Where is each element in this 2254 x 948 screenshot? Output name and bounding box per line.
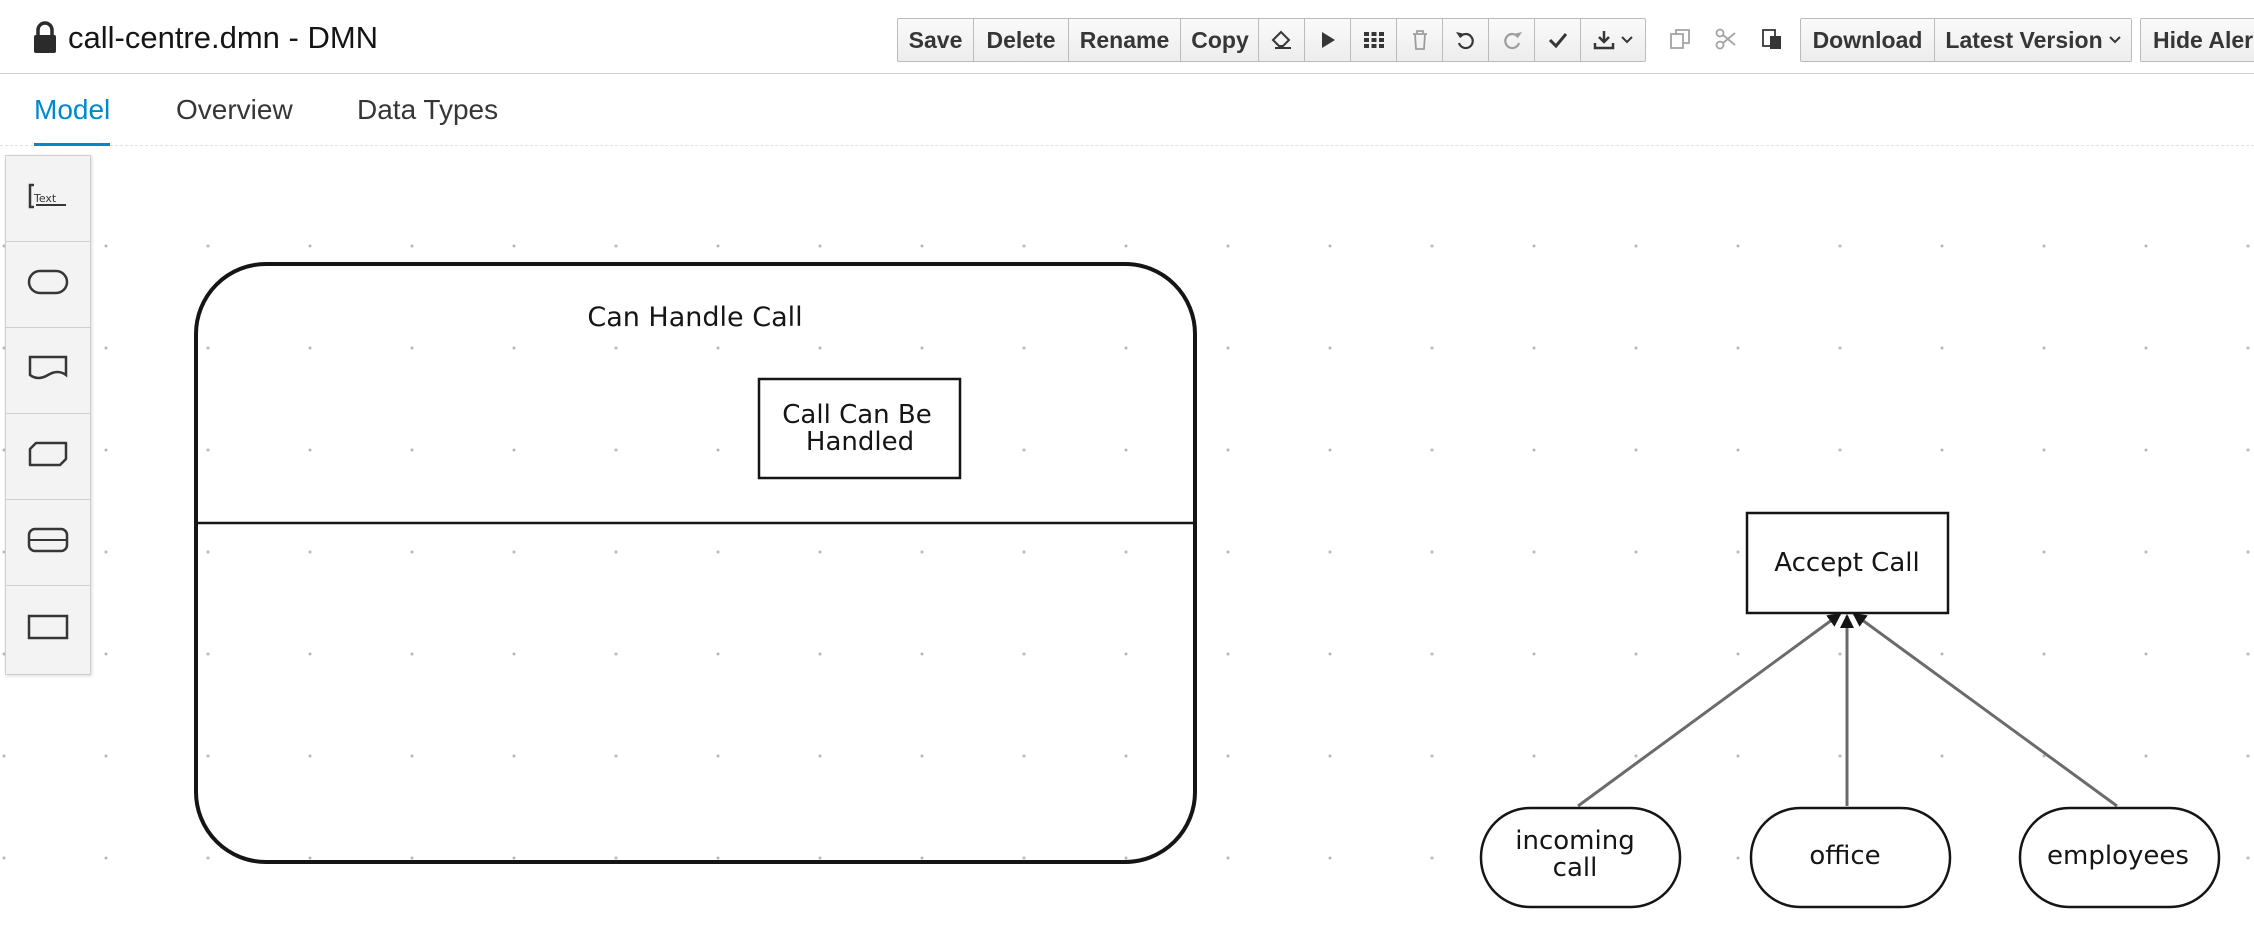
editor-tabs: Model Overview Data Types <box>0 74 2254 146</box>
scissors-icon <box>1715 28 1737 50</box>
rename-button[interactable]: Rename <box>1069 19 1181 61</box>
chevron-down-icon <box>1621 36 1633 44</box>
grid-icon <box>1363 30 1385 50</box>
latest-version-dropdown[interactable]: Latest Version <box>1935 19 2131 61</box>
page-title: call-centre.dmn - DMN <box>68 20 379 55</box>
diagram-canvas[interactable]: Can Handle Call Call Can Be Handled Acce… <box>0 146 2254 948</box>
play-icon <box>1319 30 1337 50</box>
palette-decision-service[interactable] <box>6 500 90 586</box>
redo-icon <box>1501 29 1523 51</box>
trash-button[interactable] <box>1397 19 1443 61</box>
latest-version-label: Latest Version <box>1945 26 2103 53</box>
checkmark-icon <box>1548 31 1568 49</box>
paste-button[interactable] <box>1749 18 1795 60</box>
toolbar: Save Delete Rename Copy <box>897 18 1268 62</box>
save-button[interactable]: Save <box>898 19 974 61</box>
input-data-incoming-call[interactable]: incoming call <box>1479 806 1682 909</box>
canvas-toolbar <box>1258 18 1646 62</box>
title-area: call-centre.dmn - DMN <box>32 18 378 58</box>
decision-service-can-handle-call[interactable]: Can Handle Call <box>194 262 1197 864</box>
copy-element-button[interactable] <box>1657 18 1703 60</box>
trash-icon <box>1411 29 1429 51</box>
accept-call-label: Accept Call <box>1774 548 1919 578</box>
palette-input-data[interactable] <box>6 242 90 328</box>
validate-button[interactable] <box>1535 19 1581 61</box>
input-data-office[interactable]: office <box>1749 806 1952 909</box>
decision-service-label: Can Handle Call <box>587 302 802 333</box>
decision-service-icon <box>26 525 70 560</box>
diagram-svg: Can Handle Call Call Can Be Handled Acce… <box>194 262 2221 909</box>
clipboard-toolbar <box>1657 18 1795 62</box>
node-palette: Text <box>5 155 91 675</box>
run-button[interactable] <box>1305 19 1351 61</box>
version-group: Download Latest Version <box>1800 18 2132 62</box>
input-label: employees <box>2047 841 2189 871</box>
palette-knowledge-source[interactable] <box>6 328 90 414</box>
undo-button[interactable] <box>1443 19 1489 61</box>
input-data-icon <box>26 267 70 302</box>
hide-alerts-button[interactable]: Hide Aler <box>2141 19 2254 61</box>
copy-icon <box>1669 28 1691 50</box>
file-actions-group: Save Delete Rename Copy <box>897 18 1260 62</box>
grid-button[interactable] <box>1351 19 1397 61</box>
version-toolbar: Download Latest Version Hide Aler <box>1800 18 2254 62</box>
download-button[interactable]: Download <box>1801 19 1935 61</box>
chevron-down-icon <box>2108 36 2121 44</box>
tab-data-types[interactable]: Data Types <box>357 94 498 146</box>
tab-overview[interactable]: Overview <box>176 94 293 146</box>
input-label: office <box>1809 841 1880 871</box>
decision-icon <box>26 612 70 647</box>
input-data-employees[interactable]: employees <box>2018 806 2221 909</box>
export-dropdown-button[interactable] <box>1581 19 1645 61</box>
copy-button[interactable]: Copy <box>1181 19 1259 61</box>
decision-accept-call[interactable]: Accept Call <box>1745 511 1950 615</box>
canvas-actions-group <box>1258 18 1646 62</box>
editor-header: call-centre.dmn - DMN Save Delete Rename… <box>0 0 2254 74</box>
decision-label-line1: Call Can Be <box>782 400 931 430</box>
text-annotation-icon: Text <box>26 181 70 216</box>
redo-button[interactable] <box>1489 19 1535 61</box>
decision-label-line2: Handled <box>806 427 914 457</box>
palette-business-knowledge-model[interactable] <box>6 414 90 500</box>
delete-button[interactable]: Delete <box>974 19 1069 61</box>
eraser-icon <box>1271 30 1293 50</box>
information-requirements <box>1577 612 2118 808</box>
paste-icon <box>1761 28 1783 50</box>
palette-text-annotation[interactable]: Text <box>6 156 90 242</box>
input-label-line1: incoming <box>1515 826 1634 856</box>
alerts-group: Hide Aler <box>2140 18 2254 62</box>
cut-button[interactable] <box>1703 18 1749 60</box>
download-icon <box>1593 29 1615 51</box>
input-label-line2: call <box>1553 853 1598 883</box>
decision-call-can-be-handled[interactable]: Call Can Be Handled <box>757 377 962 480</box>
eraser-button[interactable] <box>1259 19 1305 61</box>
knowledge-source-icon <box>26 353 70 388</box>
lock-icon <box>32 21 58 55</box>
palette-decision[interactable] <box>6 586 90 672</box>
svg-text:Text: Text <box>33 192 57 205</box>
tab-model[interactable]: Model <box>34 94 111 146</box>
edge-employees[interactable] <box>1852 612 2118 808</box>
business-knowledge-model-icon <box>26 439 70 474</box>
undo-icon <box>1455 29 1477 51</box>
edge-incoming-call[interactable] <box>1577 612 1842 808</box>
